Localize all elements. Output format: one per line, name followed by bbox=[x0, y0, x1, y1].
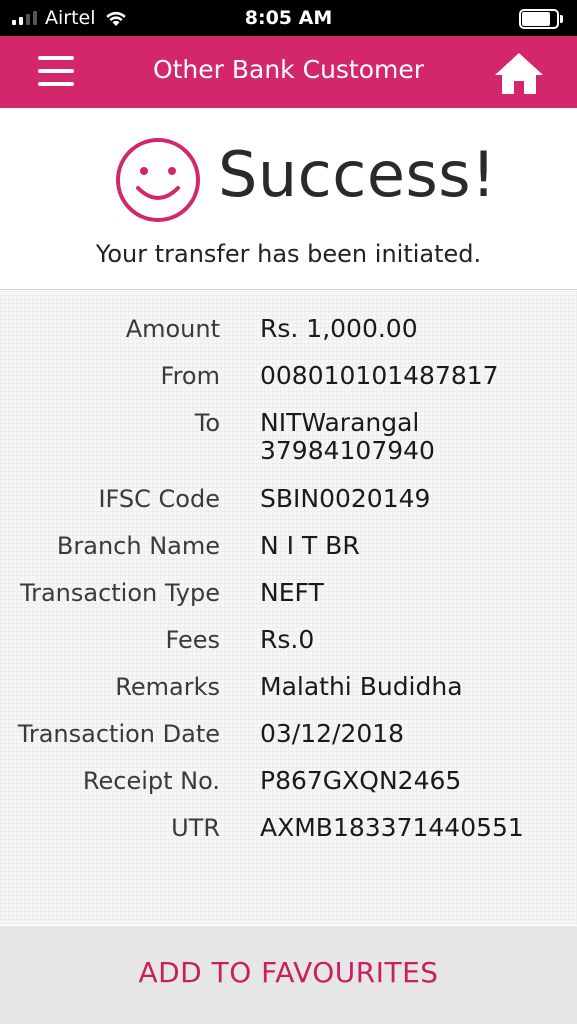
detail-value: P867GXQN2465 bbox=[260, 766, 462, 795]
page-title: Other Bank Customer bbox=[152, 55, 425, 84]
hamburger-menu-icon[interactable] bbox=[38, 56, 74, 88]
detail-label: UTR bbox=[171, 814, 220, 842]
detail-label: To bbox=[194, 409, 220, 437]
detail-label: IFSC Code bbox=[98, 485, 220, 513]
detail-value: 008010101487817 bbox=[260, 361, 499, 390]
detail-label: Transaction Date bbox=[17, 720, 220, 748]
detail-label: Branch Name bbox=[56, 532, 220, 560]
nav-bar: Other Bank Customer bbox=[0, 36, 577, 108]
detail-value: Rs.0 bbox=[260, 625, 315, 654]
add-to-favourites-button[interactable]: ADD TO FAVOURITES bbox=[0, 926, 577, 1024]
success-panel: Success! Your transfer has been initiate… bbox=[0, 108, 577, 290]
detail-label: From bbox=[160, 362, 220, 390]
detail-label: Fees bbox=[165, 626, 220, 654]
detail-value-account: 37984107940 bbox=[260, 436, 435, 465]
home-icon[interactable] bbox=[493, 50, 545, 96]
detail-value: 03/12/2018 bbox=[260, 719, 405, 748]
battery-icon bbox=[519, 9, 563, 29]
status-bar: Airtel 8:05 AM bbox=[0, 0, 577, 36]
detail-value: Malathi Budidha bbox=[260, 672, 463, 701]
detail-label: Amount bbox=[125, 315, 220, 343]
success-subtitle: Your transfer has been initiated. bbox=[95, 240, 482, 268]
detail-label: Receipt No. bbox=[82, 767, 220, 795]
transaction-details: Amount Rs. 1,000.00 From 008010101487817… bbox=[0, 291, 577, 925]
detail-value: N I T BR bbox=[260, 531, 360, 560]
detail-value: Rs. 1,000.00 bbox=[260, 314, 418, 343]
detail-value: AXMB183371440551 bbox=[260, 813, 524, 842]
success-title: Success! bbox=[218, 138, 497, 211]
detail-value: SBIN0020149 bbox=[260, 484, 431, 513]
detail-value: NITWarangal bbox=[260, 408, 420, 437]
detail-label: Remarks bbox=[115, 673, 220, 701]
add-to-favourites-label: ADD TO FAVOURITES bbox=[138, 956, 439, 989]
smiley-icon bbox=[116, 138, 200, 222]
detail-label: Transaction Type bbox=[19, 579, 220, 607]
detail-value: NEFT bbox=[260, 578, 324, 607]
status-time: 8:05 AM bbox=[244, 7, 333, 29]
